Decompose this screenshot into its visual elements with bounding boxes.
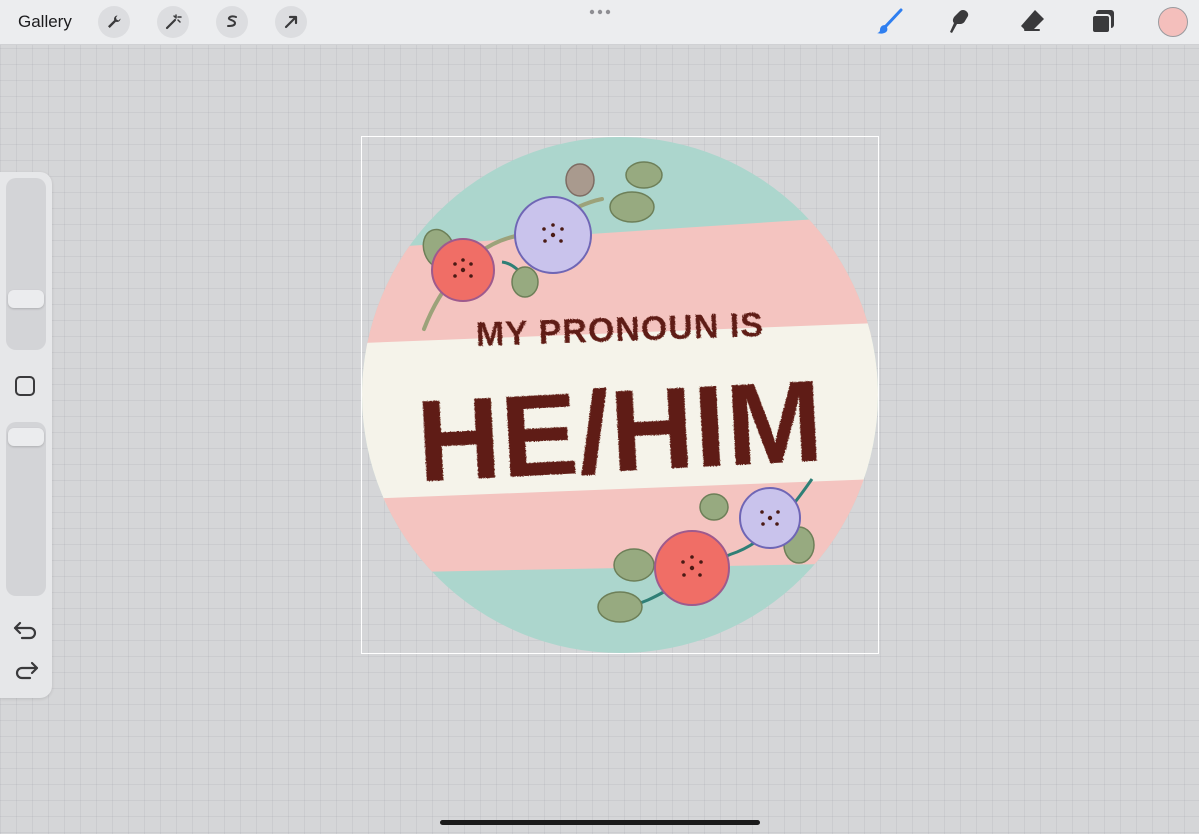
pronoun-main: HE/HIM xyxy=(414,355,826,506)
modify-square-icon[interactable] xyxy=(15,376,35,396)
transform-arrow-icon[interactable] xyxy=(275,6,307,38)
top-toolbar: Gallery xyxy=(0,0,1199,45)
canvas[interactable]: MY PRONOUN IS HE/HIM xyxy=(361,136,879,654)
more-dots-icon[interactable] xyxy=(588,8,612,16)
selection-icon[interactable] xyxy=(216,6,248,38)
smudge-icon[interactable] xyxy=(945,6,977,38)
magic-wand-icon[interactable] xyxy=(157,6,189,38)
undo-icon[interactable] xyxy=(12,617,40,641)
color-picker-button[interactable] xyxy=(1158,7,1188,37)
artwork-pronoun-badge: MY PRONOUN IS HE/HIM xyxy=(362,137,878,653)
left-sidebar xyxy=(0,172,52,698)
brush-icon[interactable] xyxy=(874,6,906,38)
opacity-slider[interactable] xyxy=(6,422,46,596)
home-indicator[interactable] xyxy=(440,820,760,825)
opacity-thumb[interactable] xyxy=(8,428,44,446)
eraser-icon[interactable] xyxy=(1016,6,1048,38)
brush-size-slider[interactable] xyxy=(6,178,46,350)
wrench-icon[interactable] xyxy=(98,6,130,38)
layers-icon[interactable] xyxy=(1087,6,1119,38)
brush-size-thumb[interactable] xyxy=(8,290,44,308)
gallery-button[interactable]: Gallery xyxy=(18,12,72,32)
redo-icon[interactable] xyxy=(12,660,40,684)
